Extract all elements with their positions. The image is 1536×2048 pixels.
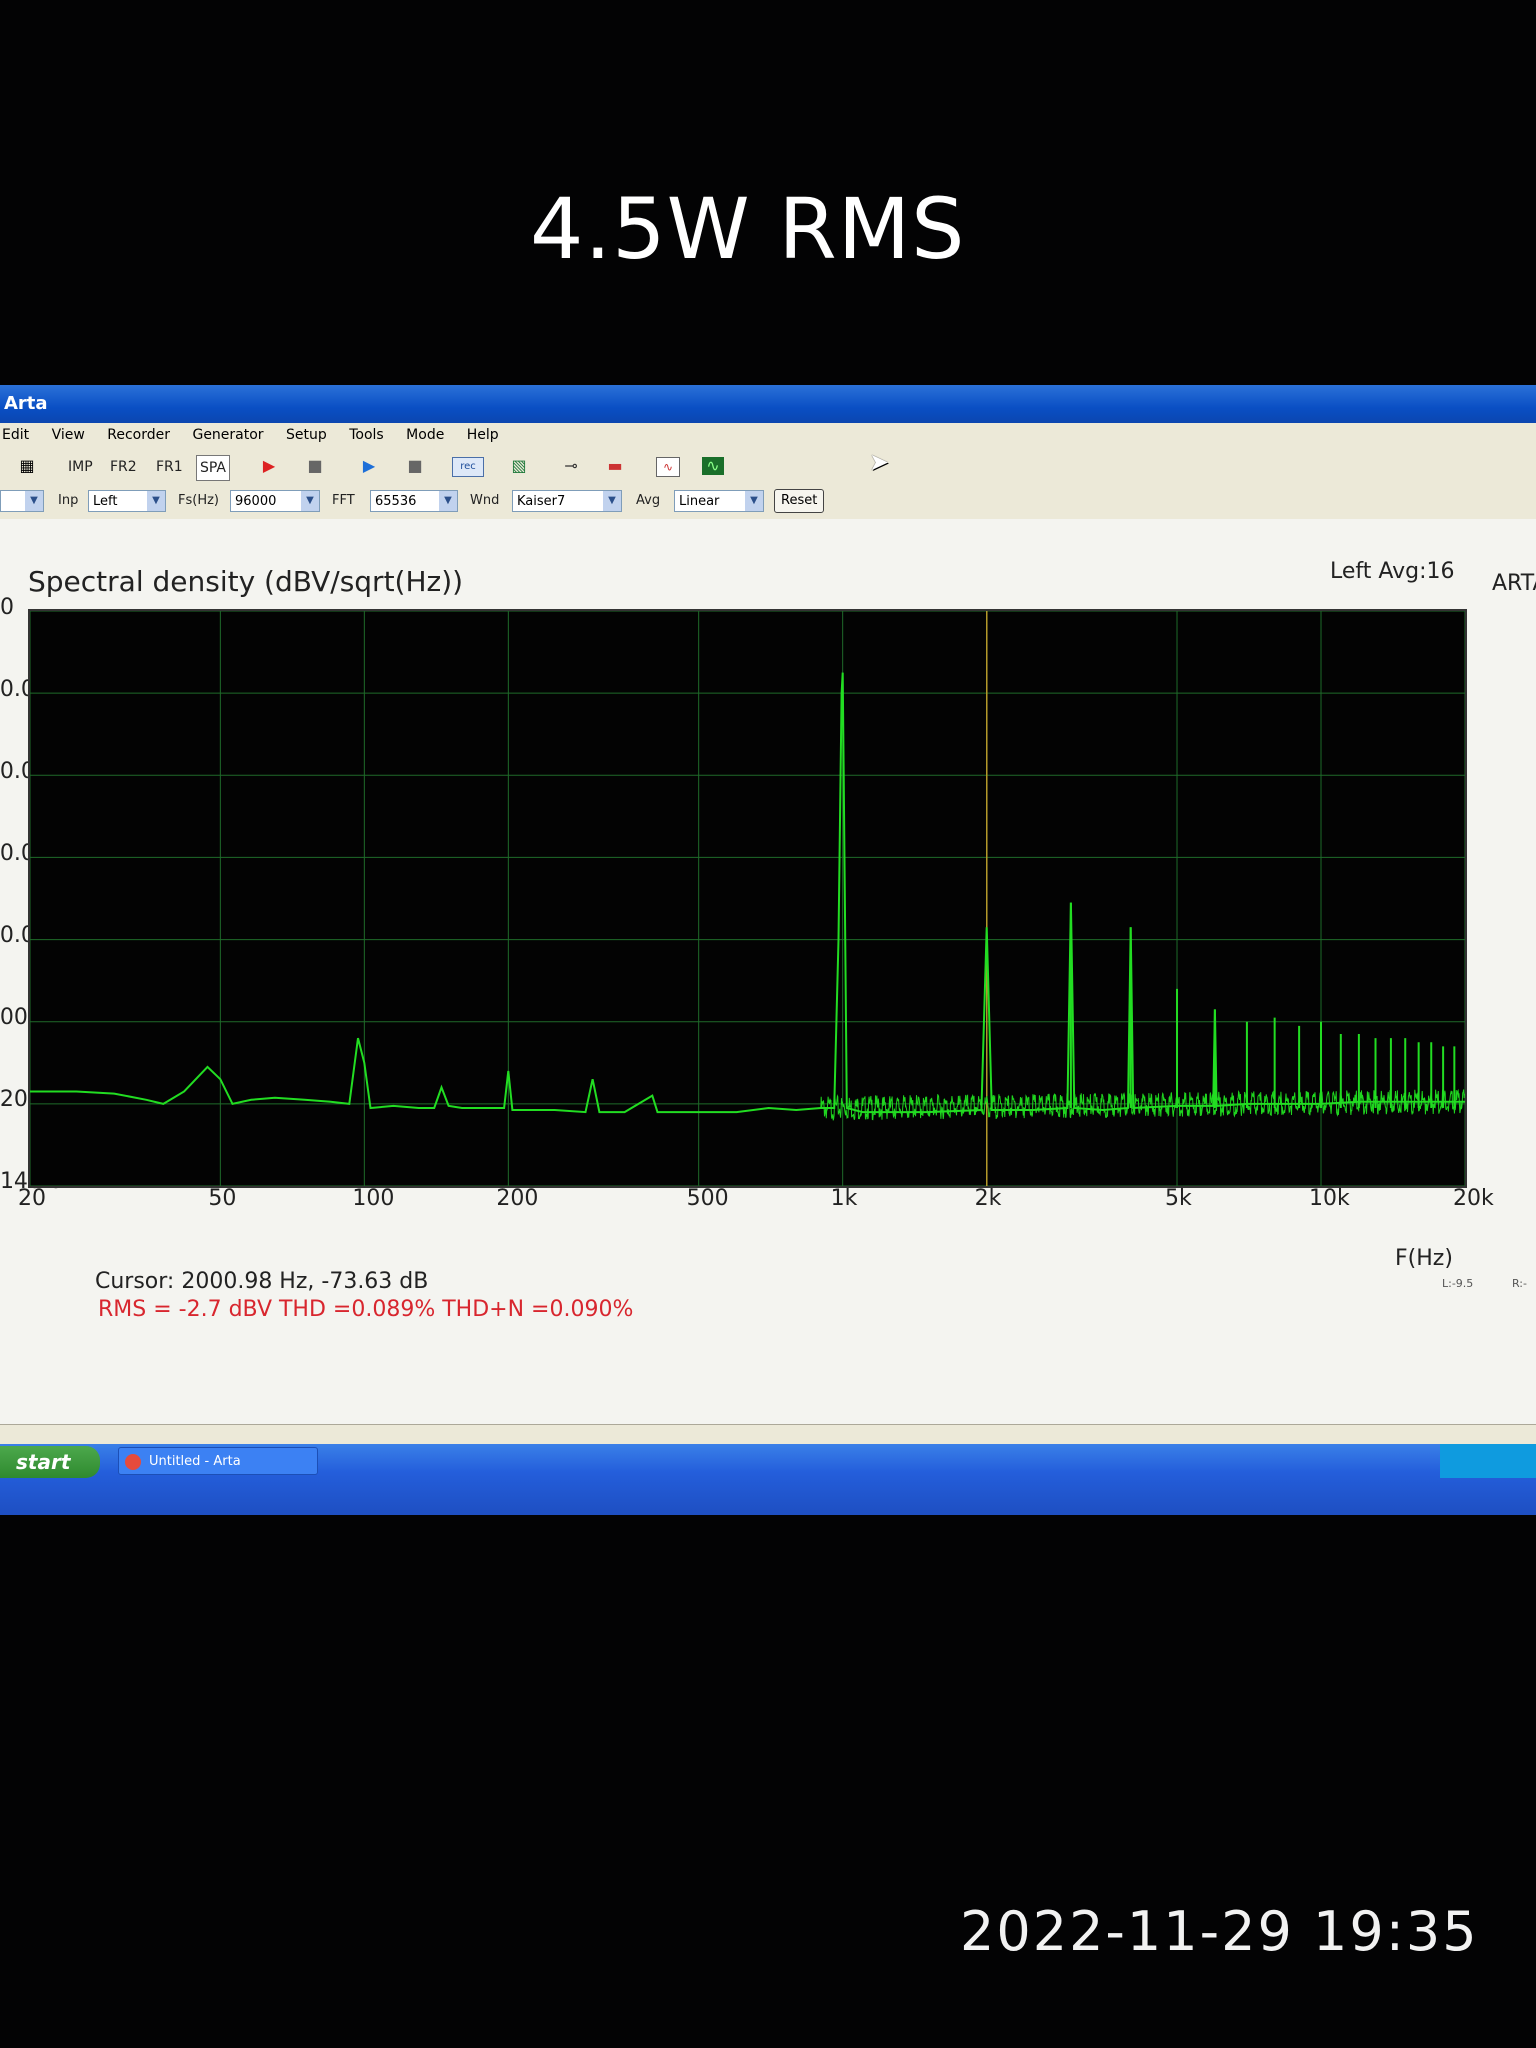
x-tick-label: 20: [18, 1186, 46, 1211]
avg-value: Linear: [679, 494, 720, 509]
toolbar-settings: ▼ Inp Left ▼ Fs(Hz) 96000 ▼ FFT 65536 ▼ Wnd…: [0, 485, 1536, 520]
avg-select[interactable]: Linear ▼: [674, 490, 764, 512]
taskbar-item-arta[interactable]: Untitled - Arta: [118, 1447, 318, 1475]
stop-generator-icon[interactable]: ■: [404, 457, 426, 475]
chevron-down-icon: ▼: [603, 491, 621, 511]
plot-status: Left Avg:16: [1330, 559, 1455, 584]
play-icon[interactable]: ▶: [358, 457, 380, 475]
plot-area: Spectral density (dBV/sqrt(Hz)) Left Avg…: [0, 519, 1536, 1424]
toolbar-main: ▦ IMP FR2 FR1 SPA ▶ ■ ▶ ■ rec ▧ ⊸ ▬ ∿ ∿ …: [0, 449, 1536, 486]
spectrum-svg: [30, 611, 1465, 1186]
arta-watermark: ARTA: [1492, 571, 1536, 596]
menu-recorder[interactable]: Recorder: [107, 427, 170, 443]
level-icon[interactable]: ▬: [604, 457, 626, 475]
window-titlebar: Arta: [0, 385, 1536, 423]
chevron-down-icon: ▼: [147, 491, 165, 511]
scope-icon[interactable]: ∿: [702, 457, 724, 475]
record-icon[interactable]: ▶: [258, 457, 280, 475]
chevron-down-icon: ▼: [301, 491, 319, 511]
chevron-down-icon: ▼: [745, 491, 763, 511]
x-tick-label: 100: [352, 1186, 395, 1211]
level-right-readout: R:-: [1512, 1277, 1527, 1290]
menu-setup[interactable]: Setup: [286, 427, 327, 443]
chart-icon[interactable]: ▧: [508, 457, 530, 475]
level-left-readout: L:-9.5: [1442, 1277, 1474, 1290]
reset-button[interactable]: Reset: [774, 489, 825, 513]
fft-select[interactable]: 65536 ▼: [370, 490, 458, 512]
x-axis-unit: F(Hz): [1395, 1246, 1453, 1271]
x-tick-label: 1k: [830, 1186, 858, 1211]
photo-caption: 4.5W RMS: [530, 180, 966, 278]
window-select[interactable]: Kaiser7 ▼: [512, 490, 622, 512]
arta-app-icon: [125, 1454, 141, 1470]
noise-floor-trace: [820, 1088, 1465, 1121]
x-tick-label: 2k: [974, 1186, 1002, 1211]
rec-icon[interactable]: rec: [452, 457, 484, 477]
windows-taskbar: start Untitled - Arta: [0, 1444, 1536, 1515]
fft-label: FFT: [332, 493, 355, 508]
chevron-down-icon: ▼: [25, 491, 43, 511]
x-tick-label: 200: [496, 1186, 539, 1211]
avg-label: Avg: [636, 493, 661, 508]
x-tick-label: 20k: [1453, 1186, 1494, 1211]
x-tick-label: 50: [208, 1186, 237, 1211]
mouse-pointer-icon: ➤: [868, 448, 890, 476]
grid-icon[interactable]: ▦: [16, 457, 38, 475]
y-tick-label: 0: [0, 595, 14, 620]
photo-timestamp: 2022-11-29 19:35: [960, 1900, 1479, 1963]
fs-label: Fs(Hz): [178, 493, 219, 508]
menu-help[interactable]: Help: [467, 427, 499, 443]
cursor-readout: Cursor: 2000.98 Hz, -73.63 dB: [95, 1269, 429, 1294]
menu-edit[interactable]: Edit: [2, 427, 29, 443]
menu-tools[interactable]: Tools: [349, 427, 384, 443]
x-tick-label: 500: [686, 1186, 729, 1211]
plot-title: Spectral density (dBV/sqrt(Hz)): [28, 565, 464, 598]
menu-bar: Edit View Recorder Generator Setup Tools…: [0, 423, 1536, 447]
system-tray: [1440, 1444, 1536, 1478]
start-button[interactable]: start: [0, 1446, 100, 1478]
samplerate-value: 96000: [235, 494, 277, 509]
spectrum-chart[interactable]: [28, 609, 1467, 1188]
arta-window: Arta Edit View Recorder Generator Setup …: [0, 385, 1536, 1515]
samplerate-select[interactable]: 96000 ▼: [230, 490, 320, 512]
mode-fr2-button[interactable]: FR2: [110, 455, 137, 479]
channel-select[interactable]: ▼: [0, 490, 44, 512]
chevron-down-icon: ▼: [439, 491, 457, 511]
wnd-label: Wnd: [470, 493, 500, 508]
input-select[interactable]: Left ▼: [88, 490, 166, 512]
probe-icon[interactable]: ⊸: [560, 457, 582, 475]
x-tick-label: 5k: [1165, 1186, 1192, 1211]
menu-view[interactable]: View: [52, 427, 85, 443]
menu-generator[interactable]: Generator: [192, 427, 263, 443]
fft-value: 65536: [375, 494, 417, 509]
inp-label: Inp: [58, 493, 79, 508]
rms-thd-readout: RMS = -2.7 dBV THD =0.089% THD+N =0.090%: [98, 1297, 634, 1322]
sine-icon[interactable]: ∿: [656, 457, 680, 477]
x-tick-label: 10k: [1309, 1186, 1350, 1211]
menu-mode[interactable]: Mode: [406, 427, 444, 443]
mode-fr1-button[interactable]: FR1: [156, 455, 183, 479]
stop-icon[interactable]: ■: [304, 457, 326, 475]
mode-imp-button[interactable]: IMP: [68, 455, 93, 479]
status-bar: [0, 1424, 1536, 1445]
input-select-value: Left: [93, 494, 118, 509]
window-value: Kaiser7: [517, 494, 566, 509]
spectrum-trace: [30, 672, 1465, 1114]
mode-spa-button[interactable]: SPA: [196, 455, 231, 481]
